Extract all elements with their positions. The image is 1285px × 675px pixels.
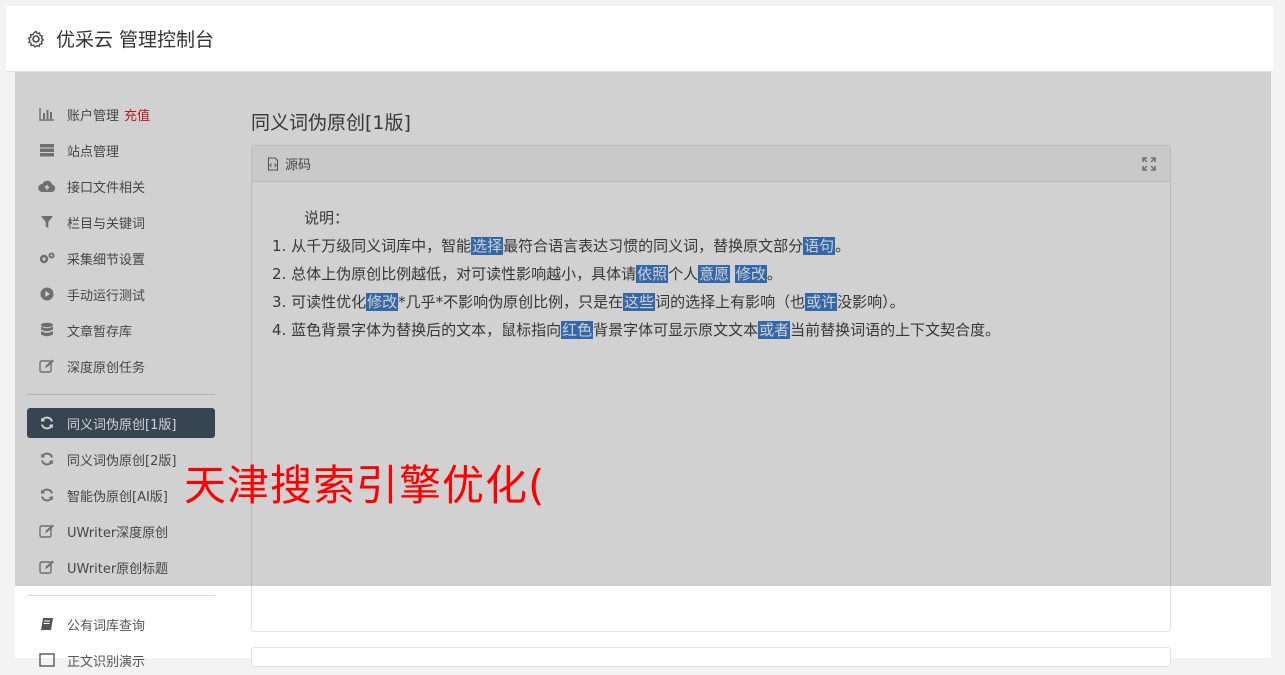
sidebar-item-text-recognition[interactable]: 正文识别演示	[27, 645, 215, 675]
gear-icon[interactable]	[26, 29, 46, 49]
sidebar-item-label: 公有词库查询	[67, 618, 146, 634]
square-icon	[38, 652, 56, 668]
book-icon	[38, 616, 56, 632]
sidebar-item-public-lexicon[interactable]: 公有词库查询	[27, 609, 215, 639]
second-panel	[251, 647, 1171, 667]
top-header: 优采云 管理控制台	[6, 6, 1273, 72]
app-title: 优采云 管理控制台	[56, 29, 215, 51]
sidebar-item-label: 正文识别演示	[67, 654, 146, 670]
overlay-red-text: 天津搜索引擎优化(	[184, 461, 546, 510]
sidebar-divider	[27, 595, 215, 596]
